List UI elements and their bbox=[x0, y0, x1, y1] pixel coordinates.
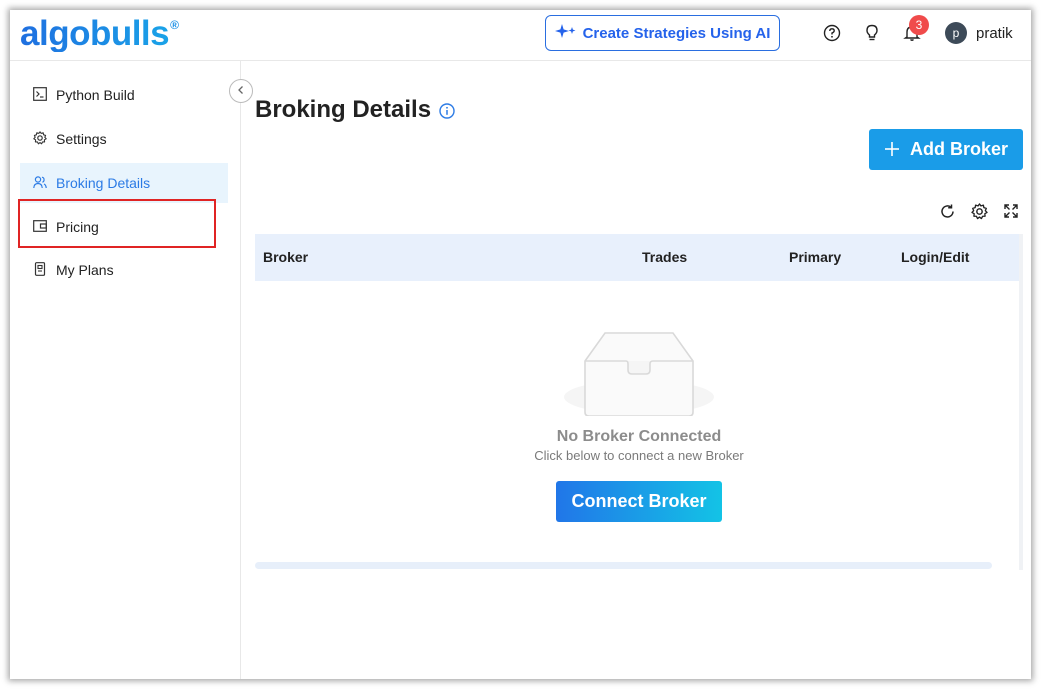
add-broker-label: Add Broker bbox=[909, 139, 1008, 159]
ai-button-label: Create Strategies Using AI bbox=[582, 24, 771, 42]
column-header-login-edit[interactable]: Login/Edit bbox=[901, 249, 969, 265]
connect-broker-button[interactable]: Connect Broker bbox=[556, 481, 722, 522]
info-icon[interactable] bbox=[439, 103, 455, 119]
sidebar-item-settings[interactable]: Settings bbox=[20, 119, 228, 159]
app-window: algobulls ® Create Strategies Using AI 3… bbox=[10, 10, 1031, 679]
column-header-trades[interactable]: Trades bbox=[642, 249, 687, 265]
terminal-icon bbox=[33, 86, 47, 104]
table-settings-icon[interactable] bbox=[970, 202, 988, 220]
empty-state-subtitle: Click below to connect a new Broker bbox=[534, 448, 744, 463]
plan-icon bbox=[33, 261, 47, 279]
sidebar-item-broking-details[interactable]: Broking Details bbox=[20, 163, 228, 203]
fullscreen-icon[interactable] bbox=[1002, 202, 1020, 220]
logo-text: algobulls bbox=[20, 14, 170, 53]
lightbulb-icon[interactable] bbox=[862, 23, 882, 43]
page-title: Broking Details bbox=[255, 96, 432, 123]
sidebar-item-label: My Plans bbox=[56, 262, 114, 278]
logo-registered-mark: ® bbox=[170, 18, 179, 32]
plus-icon bbox=[884, 140, 900, 160]
create-strategies-ai-button[interactable]: Create Strategies Using AI bbox=[545, 15, 780, 51]
chevron-left-icon bbox=[236, 82, 246, 100]
user-name[interactable]: pratik bbox=[976, 25, 1013, 42]
refresh-icon[interactable] bbox=[938, 202, 956, 220]
avatar[interactable]: p bbox=[945, 22, 967, 44]
algobulls-logo[interactable]: algobulls ® bbox=[20, 16, 179, 52]
sidebar-item-my-plans[interactable]: My Plans bbox=[20, 250, 228, 290]
broker-table-header: Broker Trades Primary Login/Edit bbox=[255, 234, 1023, 281]
gear-icon bbox=[33, 130, 47, 148]
help-icon[interactable] bbox=[822, 23, 842, 43]
sidebar-item-label: Settings bbox=[56, 131, 107, 147]
wallet-icon bbox=[33, 219, 47, 236]
column-header-primary[interactable]: Primary bbox=[789, 249, 841, 265]
table-horizontal-scrollbar[interactable] bbox=[255, 562, 992, 569]
empty-state-title: No Broker Connected bbox=[556, 428, 722, 445]
sidebar-item-python-build[interactable]: Python Build bbox=[20, 75, 228, 115]
sidebar-item-pricing[interactable]: Pricing bbox=[20, 207, 228, 247]
sidebar-item-label: Python Build bbox=[56, 87, 135, 103]
users-icon bbox=[33, 175, 47, 192]
sidebar: Python Build Settings Broking Details Pr… bbox=[10, 61, 241, 679]
sidebar-collapse-button[interactable] bbox=[229, 79, 253, 103]
empty-inbox-icon bbox=[563, 320, 715, 417]
top-header: algobulls ® Create Strategies Using AI 3… bbox=[10, 10, 1031, 61]
sidebar-item-label: Pricing bbox=[56, 219, 99, 235]
sparkle-icon bbox=[554, 23, 577, 43]
sidebar-item-label: Broking Details bbox=[56, 175, 151, 191]
add-broker-button[interactable]: Add Broker bbox=[869, 129, 1023, 170]
column-header-broker[interactable]: Broker bbox=[263, 249, 308, 265]
table-vertical-scrollbar[interactable] bbox=[1019, 234, 1023, 570]
notification-badge: 3 bbox=[909, 15, 929, 35]
